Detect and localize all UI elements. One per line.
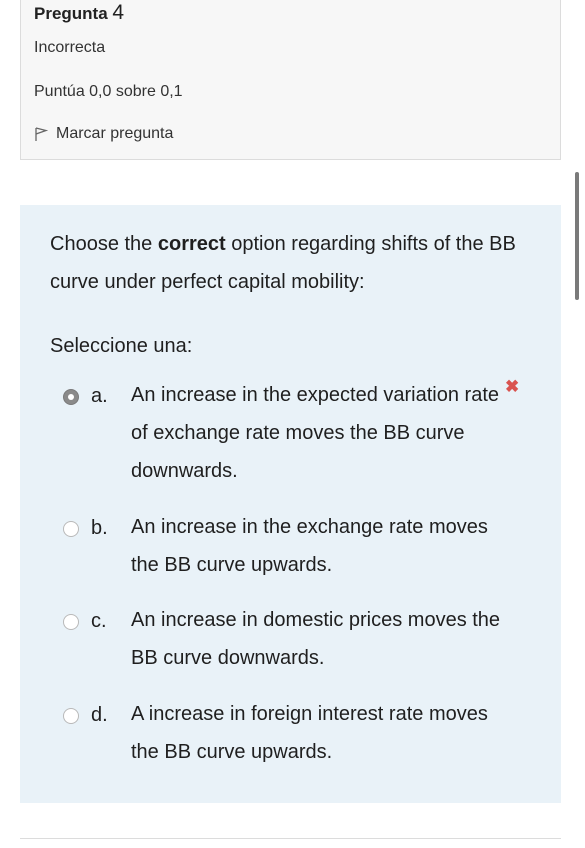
question-text: Choose the correct option regarding shif… (50, 225, 530, 301)
flag-question-link[interactable]: Marcar pregunta (34, 125, 173, 143)
radio-option-d[interactable] (63, 708, 79, 724)
question-text-emphasis: correct (157, 233, 226, 255)
divider (20, 838, 561, 839)
question-info-panel: Pregunta 4 Incorrecta Puntúa 0,0 sobre 0… (20, 0, 561, 160)
answer-prompt: Seleccione una: (50, 335, 193, 357)
question-title: Pregunta 4 (34, 1, 124, 25)
question-number: 4 (112, 1, 125, 24)
option-c-text: An increase in domestic prices moves the… (131, 609, 501, 669)
question-state: Incorrecta (34, 39, 106, 56)
radio-option-a[interactable] (63, 389, 79, 405)
radio-option-c[interactable] (63, 614, 79, 630)
question-text-start: Choose the (50, 233, 158, 255)
option-d-letter: d. (91, 704, 108, 726)
flag-question-label: Marcar pregunta (56, 125, 174, 142)
question-content: Choose the correct option regarding shif… (20, 205, 561, 803)
radio-option-b[interactable] (63, 521, 79, 537)
option-a-text: An increase in the expected variation ra… (131, 384, 499, 482)
option-d-text: A increase in foreign interest rate move… (131, 703, 488, 763)
question-grade: Puntúa 0,0 sobre 0,1 (34, 83, 183, 100)
incorrect-mark-icon: ✖ (505, 377, 520, 396)
option-c-letter: c. (91, 610, 107, 632)
flag-icon (35, 127, 48, 141)
option-b-text: An increase in the exchange rate moves t… (131, 516, 488, 576)
option-a-letter: a. (91, 385, 108, 407)
scrollbar-thumb[interactable] (575, 172, 579, 300)
question-title-label: Pregunta (34, 4, 108, 23)
option-b-letter: b. (91, 517, 108, 539)
quiz-page: Pregunta 4 Incorrecta Puntúa 0,0 sobre 0… (0, 0, 585, 848)
